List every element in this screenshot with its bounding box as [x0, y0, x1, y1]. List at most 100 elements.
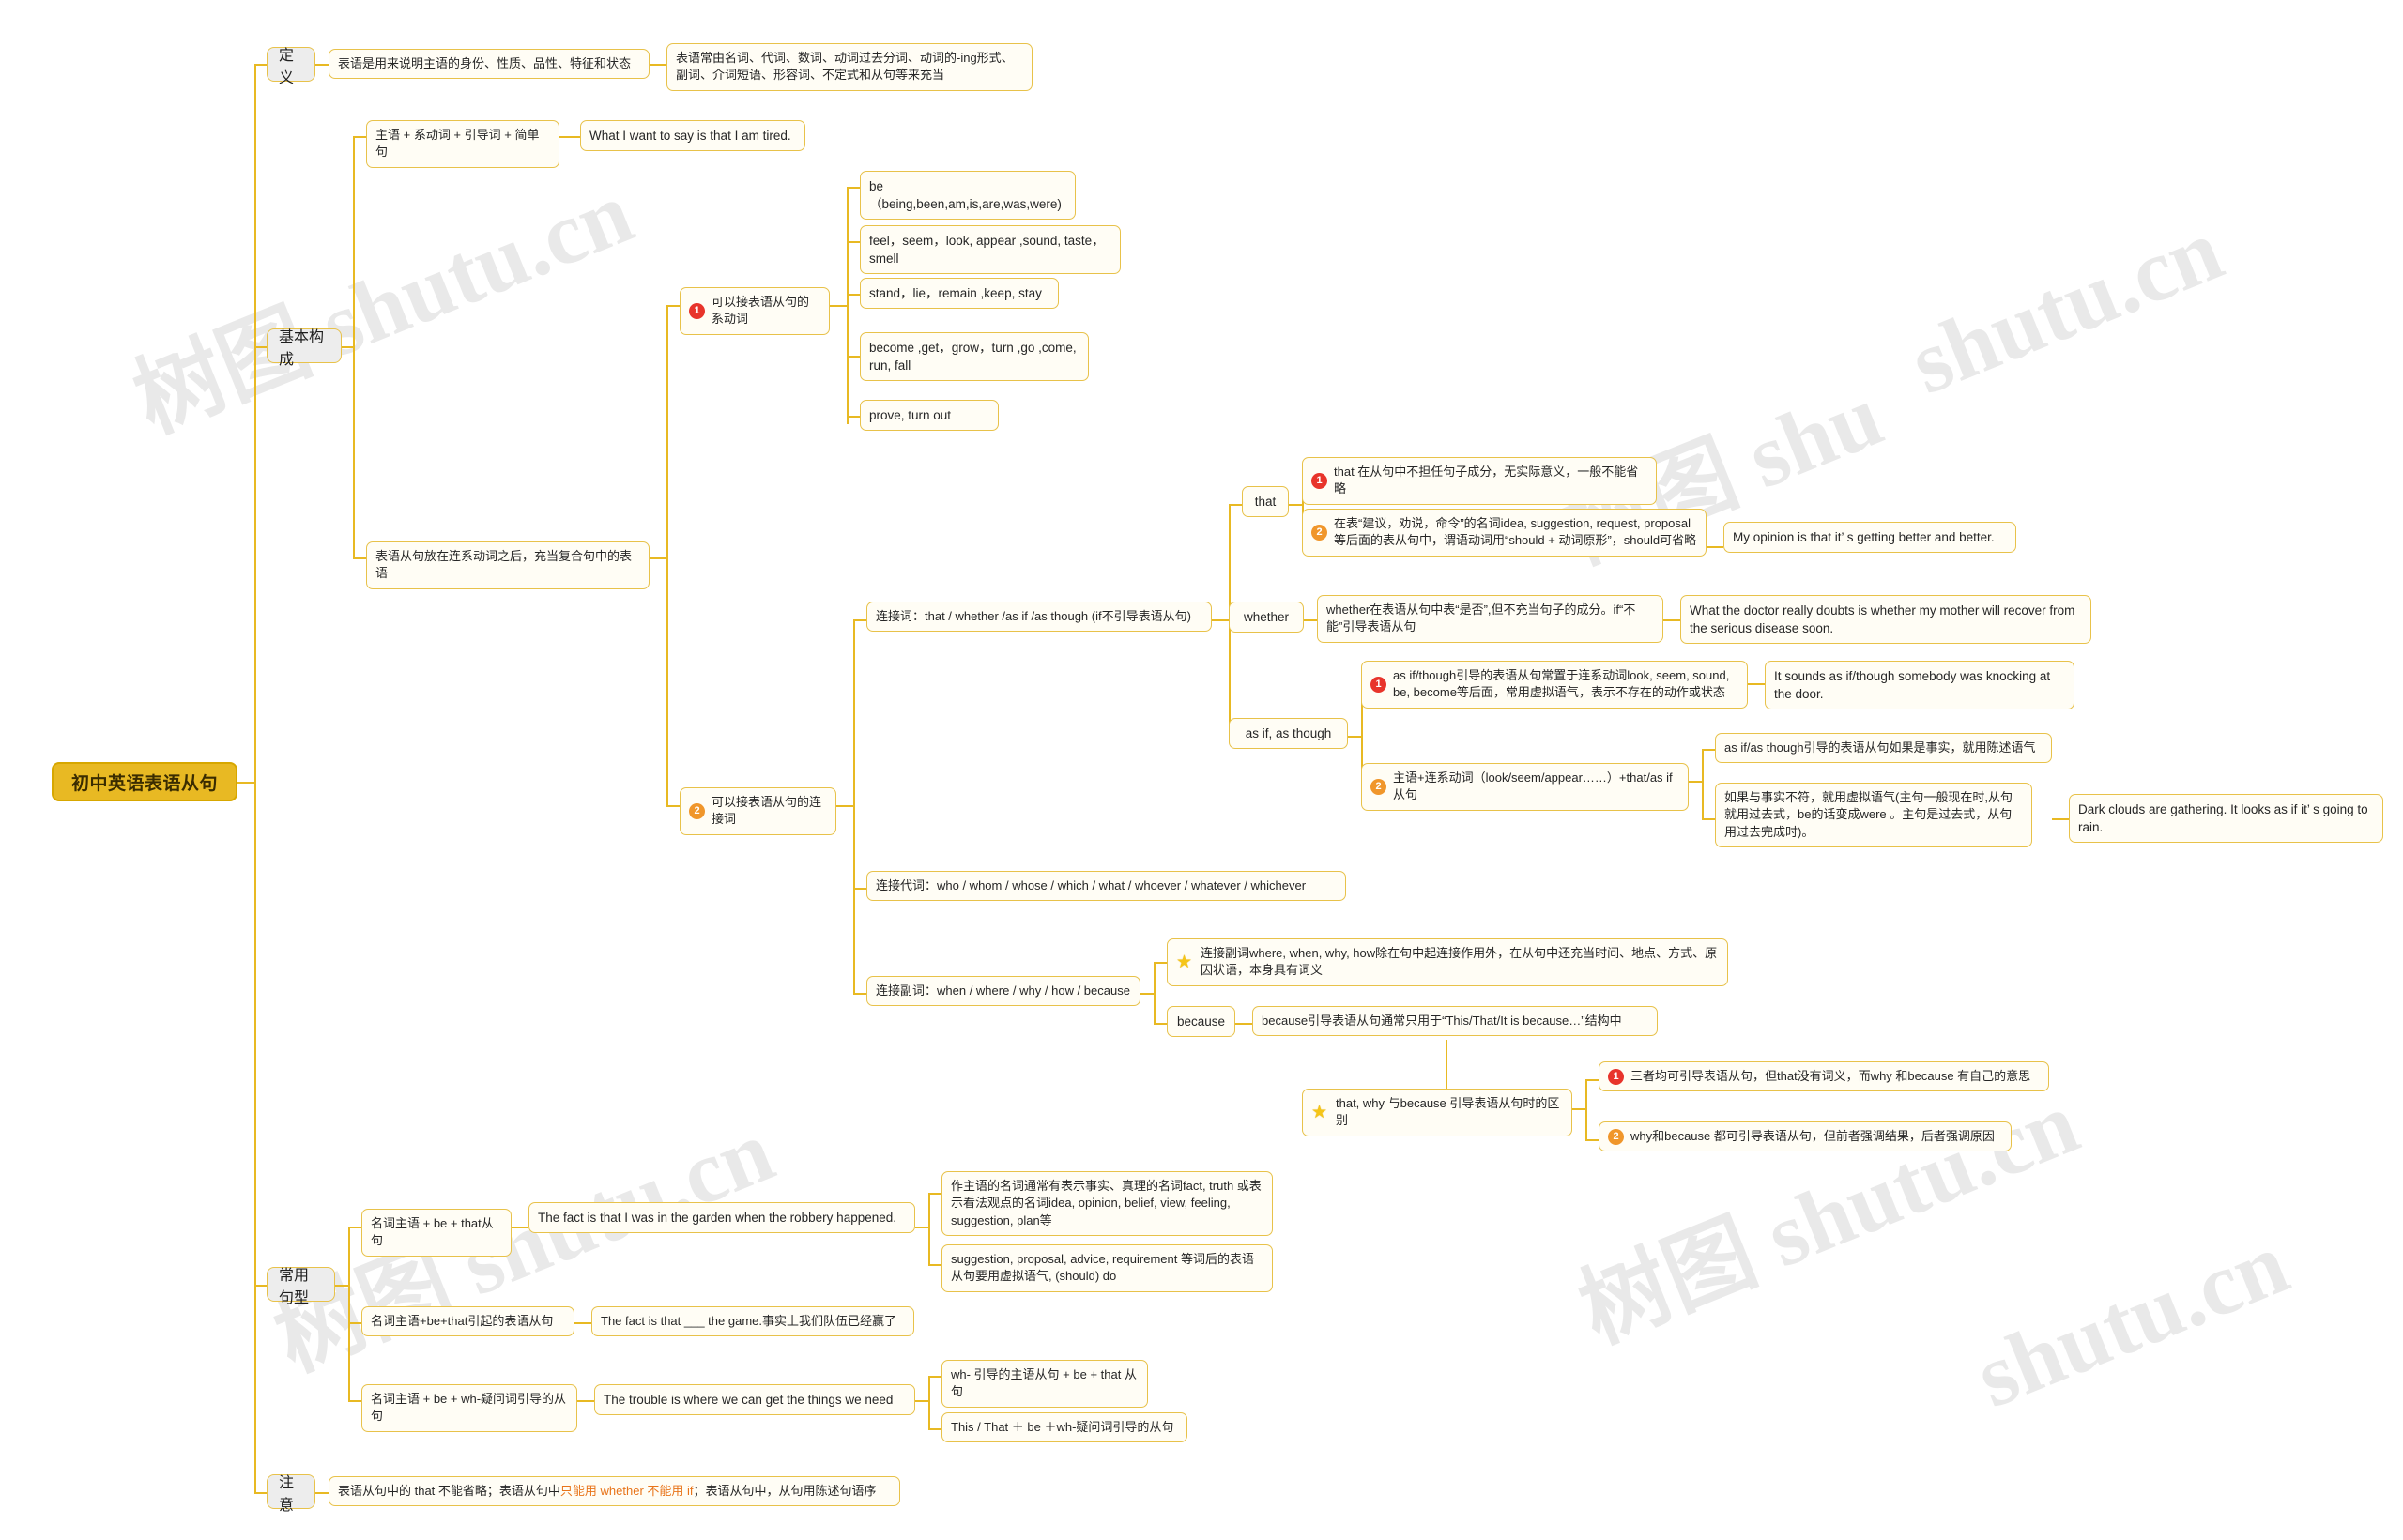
because-point-2[interactable]: 2 why和because 都可引导表语从句，但前者强调结果，后者强调原因 [1599, 1121, 2012, 1152]
linking-verb-item[interactable]: prove, turn out [860, 400, 999, 432]
connector [666, 305, 680, 307]
watermark: shutu.cn [1962, 1212, 2302, 1427]
pattern-2-example[interactable]: The fact is that ___ the game.事实上我们队伍已经赢… [591, 1306, 914, 1337]
connector [1702, 749, 1715, 751]
connector [1702, 818, 1715, 820]
connector [315, 1492, 329, 1494]
that-why-because-diff-text: that, why 与because 引导表语从句时的区别 [1336, 1096, 1560, 1128]
watermark: 树图 shutu.cn [120, 161, 646, 451]
attention-part-2-highlight: 只能用 whether 不能用 if [559, 1484, 694, 1498]
that-point-2-text: 在表“建议，劝说，命令”的名词idea, suggestion, request… [1334, 516, 1697, 548]
pattern-1-example[interactable]: The fact is that I was in the garden whe… [528, 1202, 915, 1234]
connector [1572, 1108, 1585, 1110]
badge-1: 1 [689, 302, 705, 319]
conj-because[interactable]: because [1167, 1006, 1235, 1038]
connector [1689, 781, 1702, 783]
pattern-1[interactable]: 名词主语 + be + that从句 [361, 1209, 512, 1257]
asif-point-1[interactable]: 1 as if/though引导的表语从句常置于连系动词look, seem, … [1361, 661, 1748, 709]
branch-definition[interactable]: 定义 [267, 47, 315, 86]
connector [335, 1285, 348, 1287]
connector [254, 64, 256, 1492]
conj-word-group[interactable]: 连接词：that / whether /as if /as though (if… [866, 602, 1212, 633]
structure-pattern[interactable]: 主语 + 系动词 + 引导词 + 简单句 [366, 120, 559, 168]
connector [1212, 619, 1229, 621]
connector [1585, 1139, 1599, 1141]
asif-point-1-text: as if/though引导的表语从句常置于连系动词look, seem, so… [1393, 668, 1733, 700]
connector [1585, 1079, 1587, 1139]
connector [915, 1400, 928, 1402]
pattern-1-note-1[interactable]: 作主语的名词通常有表示事实、真理的名词fact, truth 或表示看法观点的名… [941, 1171, 1273, 1237]
that-point-1[interactable]: 1 that 在从句中不担任句子成分，无实际意义，一般不能省略 [1302, 457, 1657, 505]
linking-verb-item[interactable]: become ,get，grow，turn ,go ,come, run, fa… [860, 332, 1089, 382]
conj-adverbs-star-note[interactable]: ★ 连接副词where, when, why, how除在句中起连接作用外，在从… [1167, 938, 1728, 986]
connector [512, 1227, 528, 1228]
watermark: 树图 shutu.cn [261, 1100, 787, 1390]
whether-text[interactable]: whether在表语从句中表“是否”,但不充当句子的成分。if“不能”引导表语从… [1317, 595, 1663, 643]
connector [559, 136, 580, 138]
that-point-2-example[interactable]: My opinion is that it’ s getting better … [1723, 522, 2016, 554]
watermark: 树图 shutu.cn [1566, 1072, 2091, 1362]
definition-detail-2[interactable]: 表语常由名词、代词、数词、动词过去分词、动词的-ing形式、副词、介词短语、形容… [666, 43, 1033, 91]
connector [928, 1428, 941, 1430]
conjunctions-group[interactable]: 2 可以接表语从句的连接词 [680, 787, 836, 835]
connector [847, 356, 860, 358]
that-point-2[interactable]: 2 在表“建议，劝说，命令”的名词idea, suggestion, reque… [1302, 509, 1707, 557]
pattern-3-note-1[interactable]: wh- 引导的主语从句 + be + that 从句 [941, 1360, 1148, 1408]
pattern-3[interactable]: 名词主语 + be + wh-疑问词引导的从句 [361, 1384, 577, 1432]
because-point-1[interactable]: 1 三者均可引导表语从句，但that没有词义，而why 和because 有自己… [1599, 1061, 2049, 1092]
conj-pronouns[interactable]: 连接代词：who / whom / whose / which / what /… [866, 871, 1346, 902]
connector [847, 294, 860, 296]
connector [1663, 619, 1680, 621]
connector [237, 782, 254, 784]
asif-sub-2[interactable]: 如果与事实不符，就用虚拟语气(主句一般现在时,从句就用过去式，be的话变成wer… [1715, 783, 2032, 848]
connector [315, 64, 329, 66]
connector [1154, 1023, 1167, 1025]
pattern-1-note-2[interactable]: suggestion, proposal, advice, requiremen… [941, 1244, 1273, 1292]
that-why-because-diff[interactable]: ★ that, why 与because 引导表语从句时的区别 [1302, 1089, 1572, 1136]
asif-sub-2-example[interactable]: Dark clouds are gathering. It looks as i… [2069, 794, 2383, 844]
structure-pattern-example[interactable]: What I want to say is that I am tired. [580, 120, 805, 152]
whether-example[interactable]: What the doctor really doubts is whether… [1680, 595, 2091, 645]
badge-2: 2 [1370, 778, 1386, 795]
branch-patterns[interactable]: 常用句型 [267, 1267, 335, 1306]
asif-sub-1[interactable]: as if/as though引导的表语从句如果是事实，就用陈述语气 [1715, 733, 2052, 764]
connector [1585, 1079, 1599, 1081]
because-text[interactable]: because引导表语从句通常只用于“This/That/It is becau… [1252, 1006, 1658, 1037]
connector [847, 187, 860, 189]
badge-2: 2 [1311, 524, 1327, 541]
branch-structure[interactable]: 基本构成 [267, 328, 342, 368]
branch-attention[interactable]: 注意 [267, 1474, 315, 1514]
asif-point-2[interactable]: 2 主语+连系动词（look/seem/appear……）+that/as if… [1361, 763, 1689, 811]
linking-verb-item[interactable]: feel，seem，look, appear ,sound, taste，sme… [860, 225, 1121, 275]
connector [650, 557, 666, 559]
definition-detail[interactable]: 表语是用来说明主语的身份、性质、品性、特征和状态 [329, 49, 650, 80]
connector [836, 805, 853, 807]
connector [853, 888, 866, 890]
connector [348, 1227, 350, 1400]
connector [1304, 619, 1317, 621]
conj-adverbs[interactable]: 连接副词：when / where / why / how / because [866, 976, 1140, 1007]
asif-point-1-example[interactable]: It sounds as if/though somebody was knoc… [1765, 661, 2074, 710]
badge-1: 1 [1311, 472, 1327, 489]
connector [853, 619, 855, 993]
connector [928, 1376, 930, 1428]
attention-part-1: 表语从句中的 that 不能省略；表语从句中 [338, 1484, 560, 1498]
linking-verb-item[interactable]: be（being,been,am,is,are,was,were) [860, 171, 1076, 221]
pattern-3-note-2[interactable]: This / That ＋ be ＋wh-疑问词引导的从句 [941, 1412, 1187, 1443]
root-node[interactable]: 初中英语表语从句 [52, 762, 237, 801]
linking-verbs-group[interactable]: 1 可以接表语从句的系动词 [680, 287, 830, 335]
conj-as-if[interactable]: as if, as though [1229, 718, 1348, 750]
connector [1702, 749, 1704, 818]
connector [353, 557, 366, 559]
conj-that[interactable]: that [1242, 486, 1289, 518]
connector [666, 305, 668, 805]
pattern-2[interactable]: 名词主语+be+that引起的表语从句 [361, 1306, 574, 1337]
connector [847, 187, 849, 424]
connector [666, 805, 680, 807]
structure-position-note[interactable]: 表语从句放在连系动词之后，充当复合句中的表语 [366, 541, 650, 589]
attention-text[interactable]: 表语从句中的 that 不能省略；表语从句中 只能用 whether 不能用 if… [329, 1476, 900, 1507]
because-point-2-text: why和because 都可引导表语从句，但前者强调结果，后者强调原因 [1630, 1129, 1995, 1143]
conj-whether[interactable]: whether [1229, 602, 1304, 633]
linking-verb-item[interactable]: stand，lie，remain ,keep, stay [860, 278, 1059, 310]
pattern-3-example[interactable]: The trouble is where we can get the thin… [594, 1384, 915, 1416]
